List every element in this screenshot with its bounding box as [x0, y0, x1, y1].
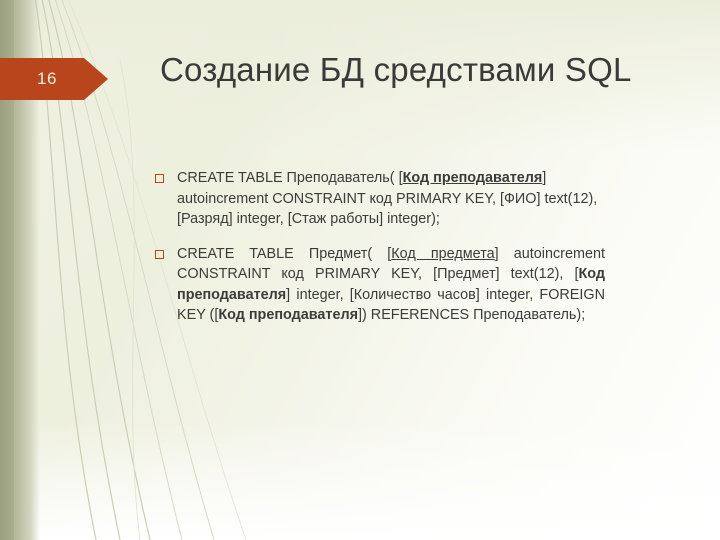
- sql-segment-bold: Код преподавателя: [218, 307, 359, 323]
- sql-segment-highlight: Код преподавателя: [402, 170, 543, 186]
- sql-segment: CREATE TABLE Преподаватель( [: [177, 170, 403, 186]
- list-item: CREATE TABLE Предмет( [Код предмета] aut…: [155, 244, 605, 326]
- sql-segment: ]) REFERENCES Преподаватель);: [358, 307, 586, 323]
- bullet-text-1: CREATE TABLE Преподаватель( [Код препода…: [177, 168, 605, 230]
- slide-body: CREATE TABLE Преподаватель( [Код препода…: [155, 168, 605, 340]
- slide-number: 16: [37, 69, 57, 88]
- sql-segment-underline: Код предмета: [391, 245, 495, 262]
- bullet-text-2: CREATE TABLE Предмет( [Код предмета] aut…: [177, 244, 605, 326]
- background-bottom-fade: [0, 420, 720, 540]
- square-bullet-icon: [155, 168, 177, 189]
- list-item: CREATE TABLE Преподаватель( [Код препода…: [155, 168, 605, 230]
- slide-canvas: 16 Создание БД средствами SQL CREATE TAB…: [0, 0, 720, 540]
- page-title: Создание БД средствами SQL: [160, 51, 632, 88]
- sql-segment: CREATE TABLE Предмет( [: [177, 245, 392, 262]
- square-bullet-icon: [155, 244, 177, 265]
